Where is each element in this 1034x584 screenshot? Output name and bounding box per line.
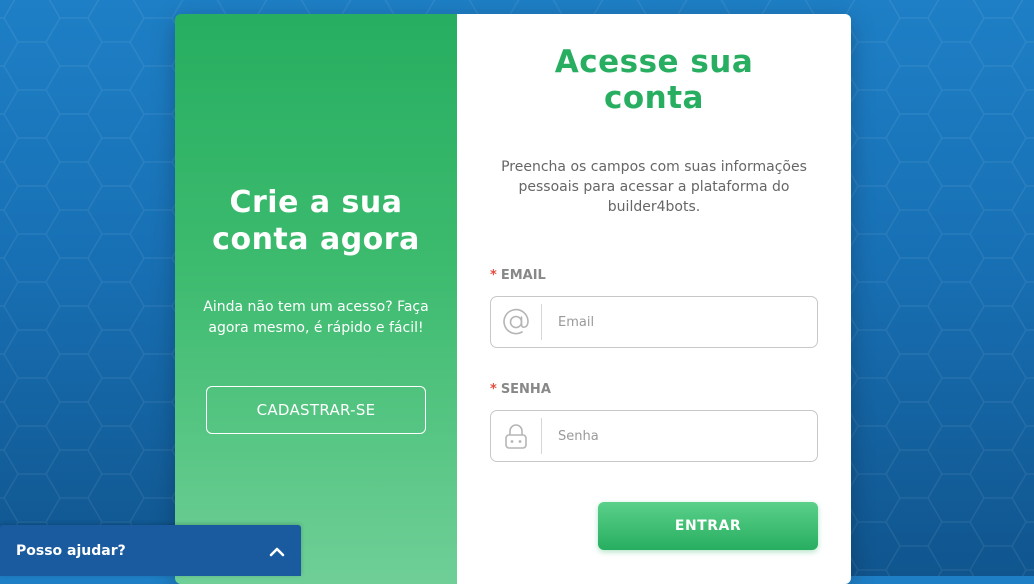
login-button[interactable]: ENTRAR — [598, 502, 818, 550]
signup-title-line1: Crie a sua — [229, 185, 403, 220]
login-title: Acesse sua conta — [457, 44, 851, 116]
chat-label: Posso ajudar? — [16, 542, 126, 559]
email-field[interactable] — [490, 296, 818, 348]
signup-description: Ainda não tem um acesso? Faça agora mesm… — [203, 299, 429, 336]
login-description: Preencha os campos com suas informações … — [501, 159, 807, 215]
signup-title-line2: conta agora — [212, 222, 420, 257]
password-label-text: SENHA — [500, 382, 551, 397]
login-title-line2: conta — [604, 80, 704, 116]
required-mark: * — [490, 382, 497, 397]
chevron-up-icon[interactable] — [269, 545, 285, 557]
login-panel: Acesse sua conta Preencha os campos com … — [457, 14, 851, 584]
required-mark: * — [490, 268, 497, 283]
auth-card: Crie a sua conta agora Ainda não tem um … — [175, 14, 851, 584]
password-field[interactable] — [490, 410, 818, 462]
email-label: * EMAIL — [490, 268, 546, 283]
email-input[interactable] — [556, 301, 817, 343]
email-label-text: EMAIL — [500, 268, 546, 283]
password-input[interactable] — [556, 415, 817, 457]
register-button[interactable]: CADASTRAR-SE — [206, 386, 426, 434]
signup-title: Crie a sua conta agora — [175, 184, 457, 258]
login-title-line1: Acesse sua — [554, 44, 754, 80]
chat-widget[interactable]: Posso ajudar? — [0, 525, 301, 576]
lock-icon — [491, 418, 542, 454]
password-label: * SENHA — [490, 382, 551, 397]
signup-panel: Crie a sua conta agora Ainda não tem um … — [175, 14, 457, 584]
at-sign-icon — [491, 304, 542, 340]
